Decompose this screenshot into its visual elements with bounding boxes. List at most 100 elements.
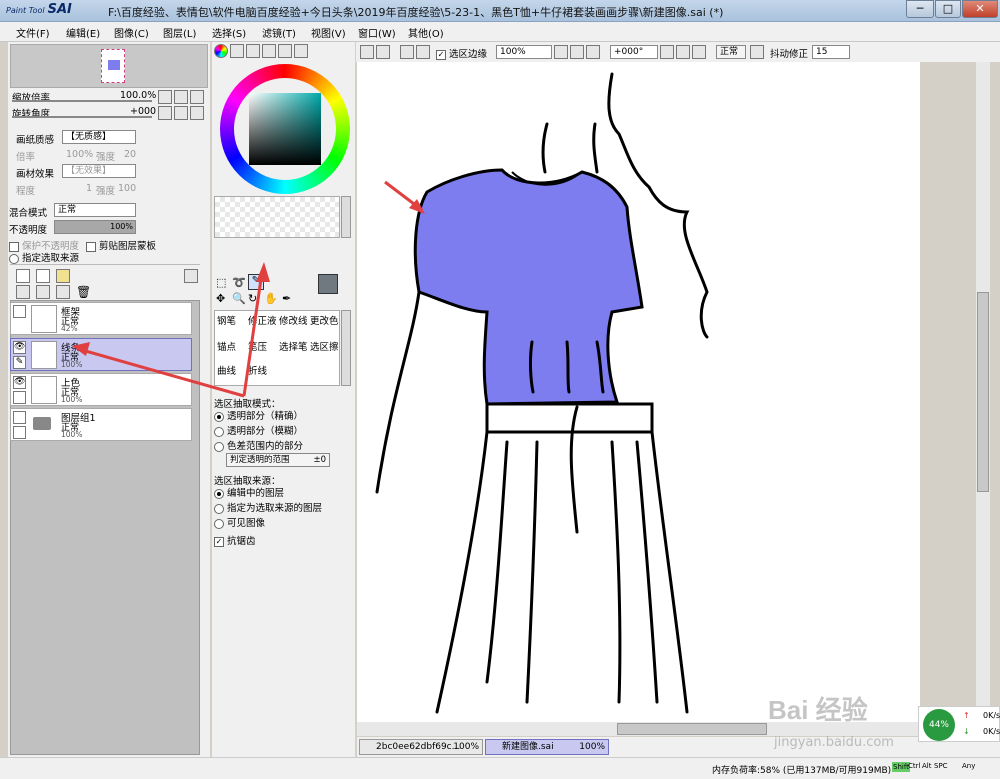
flip-icon[interactable] (750, 45, 764, 59)
document-tab-active[interactable]: 新建图像.sai 100% (485, 739, 609, 755)
menu-image[interactable]: 图像(C) (114, 25, 149, 40)
color-palette[interactable] (214, 196, 340, 238)
rotate-tool-icon[interactable]: ↻ (248, 292, 257, 305)
rotate-slider[interactable] (12, 116, 152, 118)
close-button[interactable]: ✕ (962, 0, 998, 18)
color-wheel[interactable] (220, 64, 350, 194)
menu-window[interactable]: 窗口(W) (358, 25, 396, 40)
horizontal-scroll-thumb[interactable] (617, 723, 767, 735)
tool-polyline[interactable]: 折线 (248, 363, 267, 377)
deselect-icon[interactable] (400, 45, 414, 59)
menu-layer[interactable]: 图层(L) (163, 25, 196, 40)
invert-selection-icon[interactable] (416, 45, 430, 59)
stabilizer-select[interactable]: 15 (812, 45, 850, 59)
color-wheel-icon[interactable] (214, 44, 228, 58)
minimize-button[interactable]: ─ (906, 0, 934, 18)
rotate-ccw-icon[interactable] (660, 45, 674, 59)
visibility-toggle[interactable] (13, 391, 26, 404)
zoom-reset-button[interactable] (190, 90, 204, 104)
layer-item[interactable]: 框架 正常 42% (10, 302, 192, 335)
new-layer-button[interactable] (16, 269, 30, 283)
lasso-icon[interactable]: ➰ (232, 276, 246, 289)
tool-pen[interactable]: 钢笔 (217, 313, 236, 327)
menu-edit[interactable]: 编辑(E) (66, 25, 100, 40)
zoom-tool-icon[interactable]: 🔍 (232, 292, 246, 305)
angle-select[interactable]: +000° (610, 45, 658, 59)
opacity-slider[interactable]: 100% (54, 220, 136, 234)
tool-curve[interactable]: 曲线 (217, 363, 236, 377)
selection-edge-checkbox[interactable]: ✓ 选区边缘 (436, 46, 487, 60)
hand-icon[interactable]: ✋ (264, 292, 278, 305)
palette-icon[interactable] (294, 44, 308, 58)
rgb-slider-icon[interactable] (230, 44, 244, 58)
saturation-value-box[interactable] (249, 93, 321, 165)
visibility-toggle[interactable] (13, 426, 26, 439)
vertical-scrollbar[interactable] (976, 62, 990, 722)
trash-icon[interactable]: 🗑 (76, 285, 91, 299)
redo-icon[interactable] (376, 45, 390, 59)
zoom-in-icon[interactable] (570, 45, 584, 59)
rotate-cw-icon[interactable] (676, 45, 690, 59)
rotate-reset-icon[interactable] (692, 45, 706, 59)
selection-source-checkbox[interactable]: 指定选取来源 (9, 250, 79, 264)
blend-mode-select[interactable]: 正常 (54, 203, 136, 217)
tool-edit-line[interactable]: 修改线 (279, 313, 308, 327)
menu-view[interactable]: 视图(V) (311, 25, 346, 40)
palette-scrollbar[interactable] (341, 196, 351, 238)
paper-texture-select[interactable]: 【无质感】 (62, 130, 136, 144)
menu-other[interactable]: 其他(O) (408, 25, 444, 40)
tool-pressure[interactable]: 笔压 (248, 339, 267, 353)
foreground-color[interactable] (318, 274, 338, 294)
canvas[interactable] (357, 62, 920, 722)
tool-anchor[interactable]: 锚点 (217, 339, 236, 353)
rotate-reset-button[interactable] (190, 106, 204, 120)
zoom-slider[interactable] (12, 100, 152, 102)
menu-select[interactable]: 选择(S) (212, 25, 246, 40)
visibility-toggle[interactable] (13, 411, 26, 424)
layer-options-button[interactable] (184, 269, 198, 283)
menu-filter[interactable]: 滤镜(T) (262, 25, 296, 40)
menu-file[interactable]: 文件(F) (16, 25, 50, 40)
layer-item[interactable]: 👁 上色 正常 100% (10, 373, 192, 406)
tool-correction-fluid[interactable]: 修正液 (248, 313, 277, 327)
antialias-checkbox[interactable]: ✓ 抗锯齿 (214, 533, 256, 547)
zoom-in-button[interactable] (174, 90, 188, 104)
rotate-right-button[interactable] (174, 106, 188, 120)
paper-effect-select[interactable]: 【无效果】 (62, 164, 136, 178)
horizontal-scrollbar[interactable] (357, 722, 990, 736)
maximize-button[interactable]: □ (935, 0, 961, 18)
tool-change-color[interactable]: 更改色 (310, 313, 339, 327)
tool-select-eraser[interactable]: 选区擦 (310, 339, 339, 353)
eye-icon[interactable]: 👁 (13, 376, 26, 389)
source-editing-layer[interactable]: 编辑中的图层 (214, 485, 284, 499)
zoom-select[interactable]: 100% (496, 45, 552, 59)
scratch-pad-icon[interactable] (278, 44, 292, 58)
navigator-preview[interactable] (10, 44, 208, 88)
mode-transparent-exact[interactable]: 透明部分（精确） (214, 408, 303, 422)
clipping-mask-checkbox[interactable]: 剪贴图层蒙板 (86, 238, 156, 252)
eyedropper-icon[interactable]: ✒ (282, 292, 291, 305)
zoom-out-icon[interactable] (554, 45, 568, 59)
merge-layer-button[interactable] (36, 285, 50, 299)
swatches-icon[interactable] (262, 44, 276, 58)
mode-transparent-blur[interactable]: 透明部分（模糊） (214, 423, 303, 437)
new-linework-layer-button[interactable] (36, 269, 50, 283)
hsv-slider-icon[interactable] (246, 44, 260, 58)
visibility-toggle[interactable] (13, 305, 26, 318)
mode-color-range[interactable]: 色差范围内的部分 (214, 438, 303, 452)
tool-select-pen[interactable]: 选择笔 (279, 339, 308, 353)
zoom-out-button[interactable] (158, 90, 172, 104)
source-visible-image[interactable]: 可见图像 (214, 515, 265, 529)
undo-icon[interactable] (360, 45, 374, 59)
source-designated-layer[interactable]: 指定为选取来源的图层 (214, 500, 322, 514)
magic-wand-icon[interactable]: ✎ (248, 274, 264, 290)
rotate-left-button[interactable] (158, 106, 172, 120)
clear-layer-button[interactable] (56, 285, 70, 299)
merge-down-button[interactable] (16, 285, 30, 299)
range-field[interactable]: 判定透明的范围 ±0 (226, 453, 330, 467)
rect-select-icon[interactable]: ⬚ (216, 276, 226, 289)
move-icon[interactable]: ✥ (216, 292, 225, 305)
layer-item-selected[interactable]: 👁 ✎ 线条 正常 100% (10, 338, 192, 371)
vertical-scroll-thumb[interactable] (977, 292, 989, 492)
tool-scrollbar[interactable] (341, 310, 351, 386)
